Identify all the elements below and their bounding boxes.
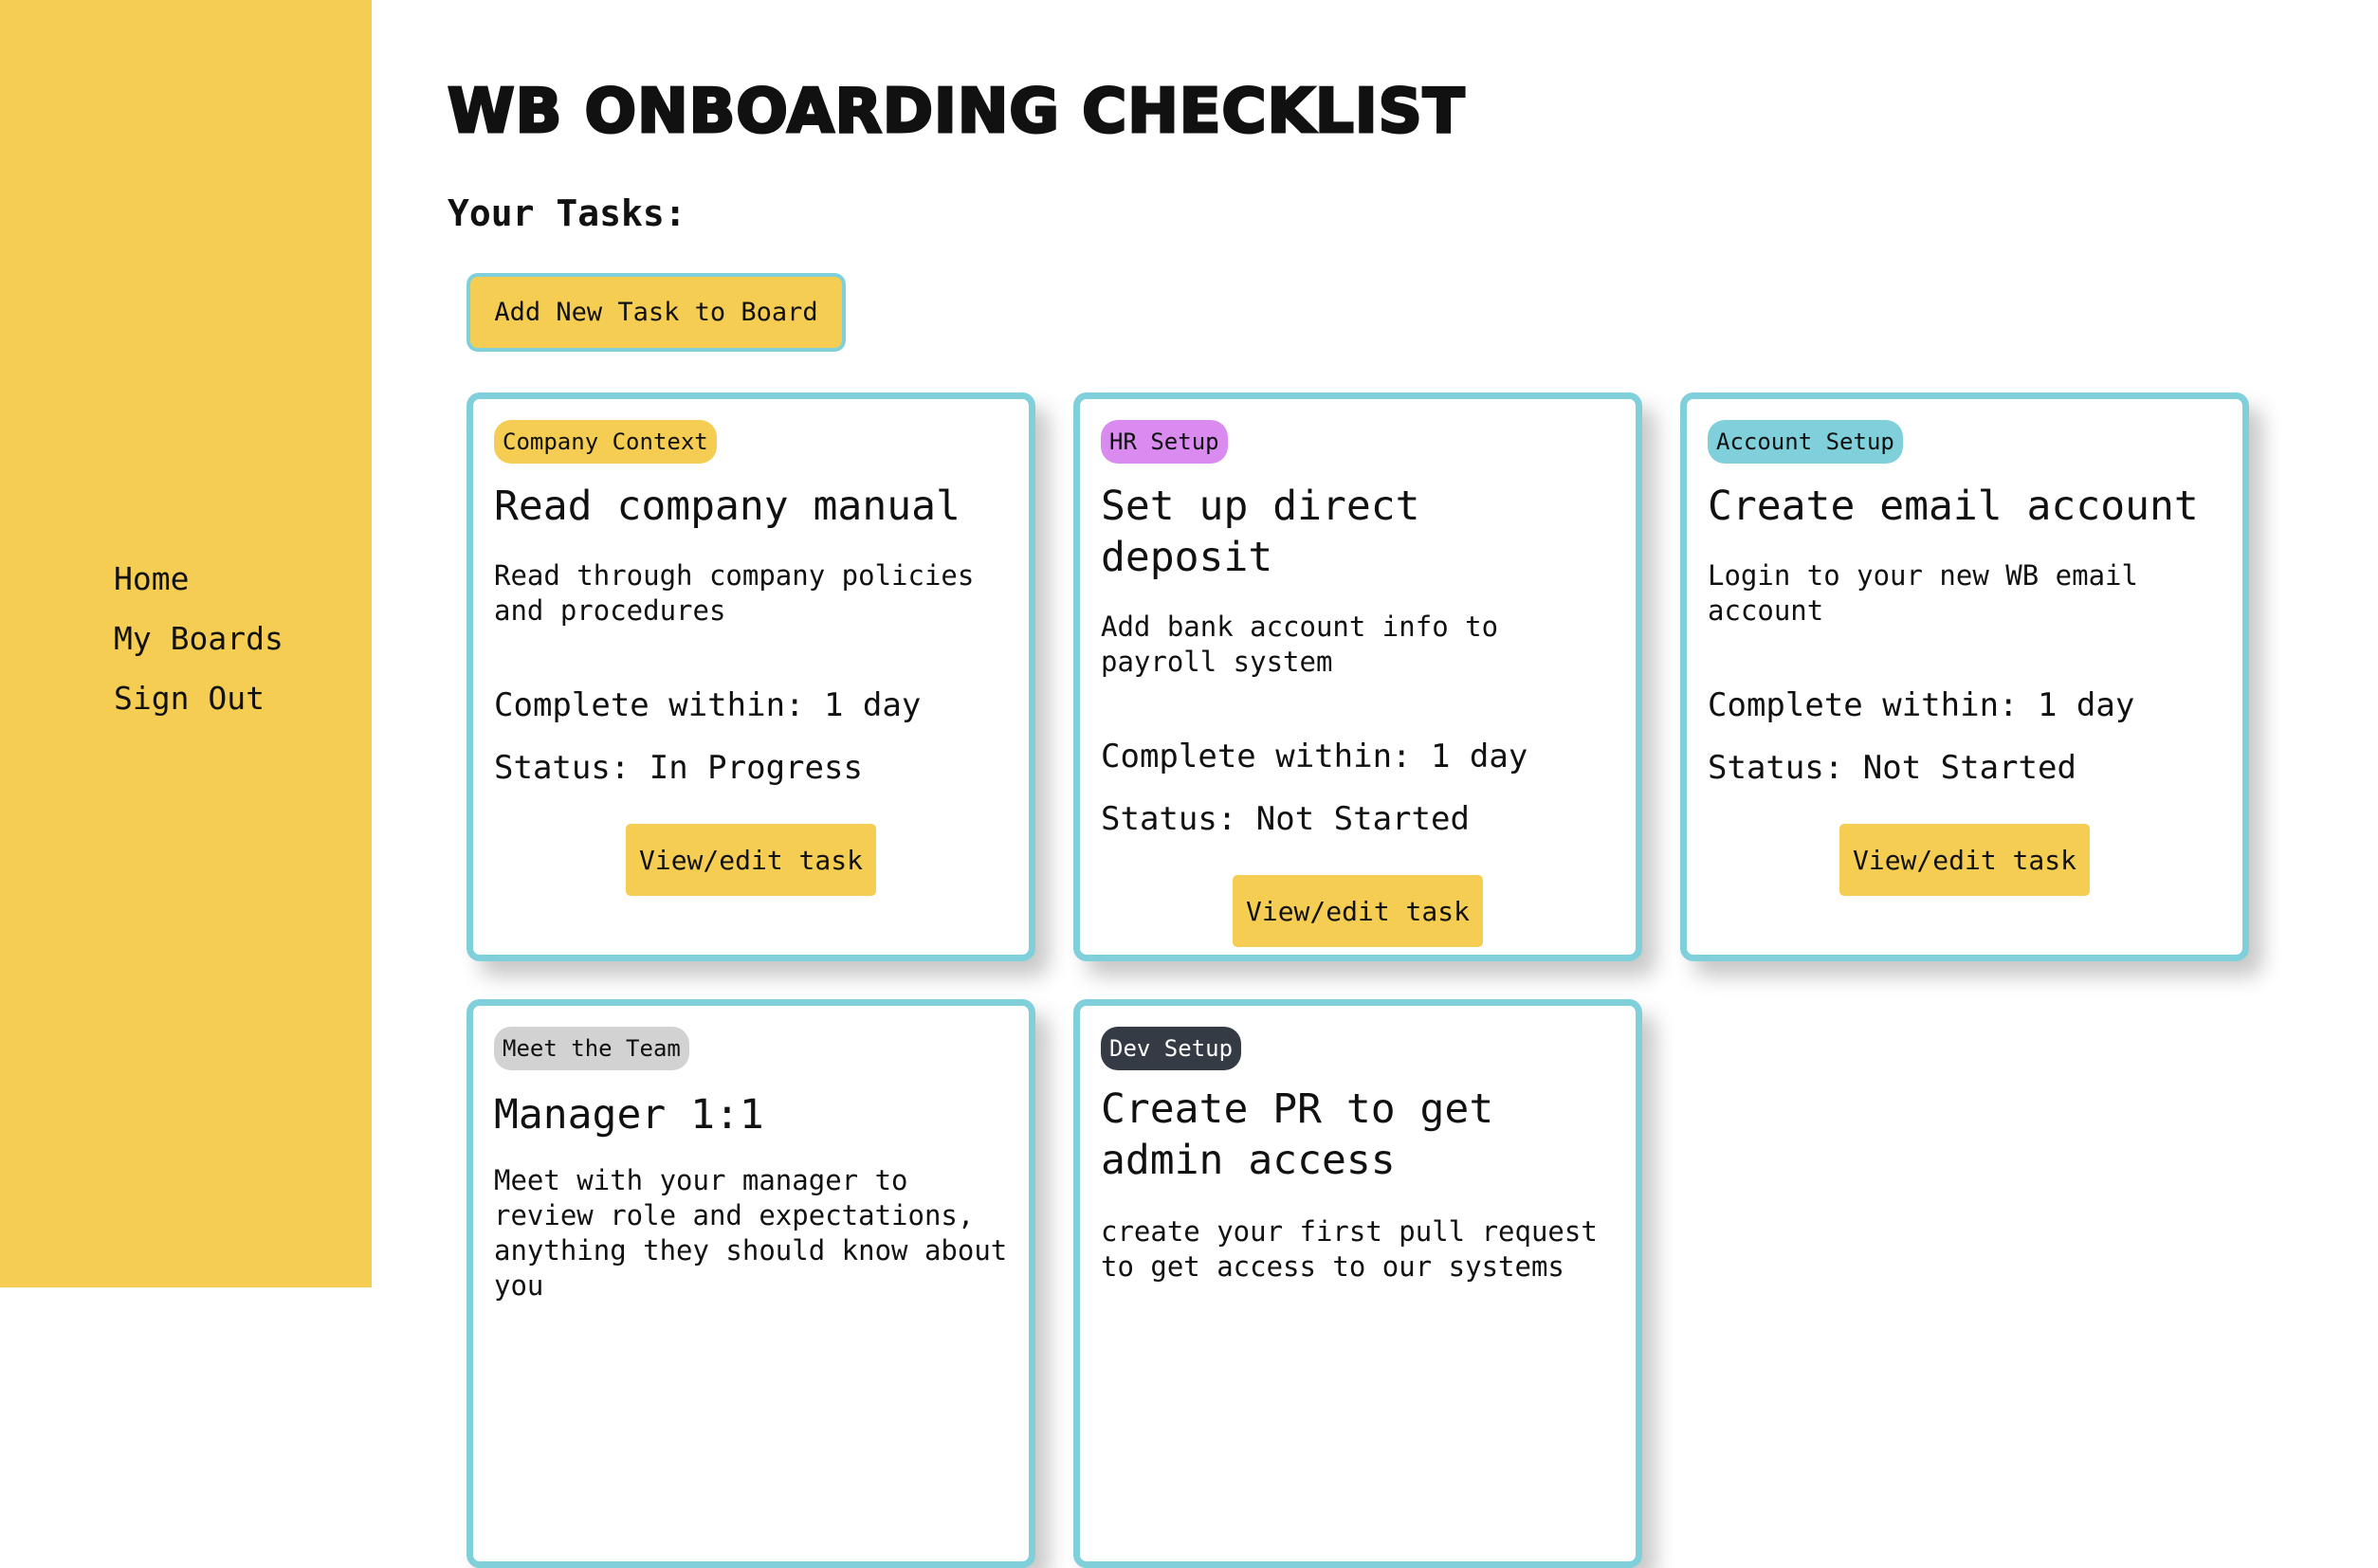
task-description: Login to your new WB email account — [1708, 559, 2138, 627]
task-status: Status: Not Started — [1708, 749, 2076, 787]
task-card: Meet the Team Manager 1:1 Meet with your… — [466, 999, 1035, 1568]
task-category-badge: Dev Setup — [1101, 1027, 1242, 1070]
task-description: Read through company policies and proced… — [494, 559, 975, 627]
task-description: Add bank account info to payroll system — [1101, 611, 1499, 678]
task-card: HR Setup Set up direct deposit Add bank … — [1073, 392, 1642, 961]
task-complete-within: Complete within: 1 day — [1708, 686, 2135, 724]
tasks-heading: Your Tasks: — [448, 192, 686, 234]
task-category-badge: Account Setup — [1708, 420, 1903, 464]
view-edit-task-button[interactable]: View/edit task — [1839, 824, 2090, 896]
task-title: Create email account — [1708, 483, 2199, 530]
task-category-badge: Meet the Team — [494, 1027, 689, 1070]
view-edit-task-button[interactable]: View/edit task — [1233, 875, 1483, 947]
task-complete-within: Complete within: 1 day — [1101, 738, 1528, 775]
task-card: Account Setup Create email account Login… — [1680, 392, 2249, 961]
task-category-badge: Company Context — [494, 420, 717, 464]
nav-home-link[interactable]: Home — [114, 559, 284, 598]
task-card-body: Meet the Team Manager 1:1 Meet with your… — [494, 1027, 1008, 1567]
task-card-body: Dev Setup Create PR to get admin access … — [1101, 1027, 1615, 1567]
task-card: Company Context Read company manual Read… — [466, 392, 1035, 961]
nav-sign-out-link[interactable]: Sign Out — [114, 679, 284, 718]
task-title: Set up direct deposit — [1101, 483, 1420, 581]
task-card-body: Account Setup Create email account Login… — [1708, 420, 2222, 960]
sidebar-nav: Home My Boards Sign Out — [114, 559, 284, 718]
page-title: WB Onboarding Checklist — [446, 77, 1466, 148]
task-title: Create PR to get admin access — [1101, 1085, 1494, 1184]
task-description: create your first pull request to get ac… — [1101, 1215, 1598, 1283]
task-category-badge: HR Setup — [1101, 420, 1228, 464]
nav-my-boards-link[interactable]: My Boards — [114, 619, 284, 658]
task-title: Read company manual — [494, 483, 960, 530]
task-description: Meet with your manager to review role an… — [494, 1164, 1008, 1302]
task-complete-within: Complete within: 1 day — [494, 686, 922, 724]
task-status: Status: Not Started — [1101, 800, 1470, 838]
sidebar: Home My Boards Sign Out — [0, 0, 372, 1287]
add-task-button[interactable]: Add New Task to Board — [466, 273, 846, 352]
task-card: Dev Setup Create PR to get admin access … — [1073, 999, 1642, 1568]
task-card-body: HR Setup Set up direct deposit Add bank … — [1101, 420, 1615, 960]
task-status: Status: In Progress — [494, 749, 863, 787]
view-edit-task-button[interactable]: View/edit task — [626, 824, 876, 896]
main-content: WB Onboarding Checklist Your Tasks: Add … — [446, 0, 2378, 1568]
task-title: Manager 1:1 — [494, 1091, 764, 1139]
task-card-body: Company Context Read company manual Read… — [494, 420, 1008, 960]
